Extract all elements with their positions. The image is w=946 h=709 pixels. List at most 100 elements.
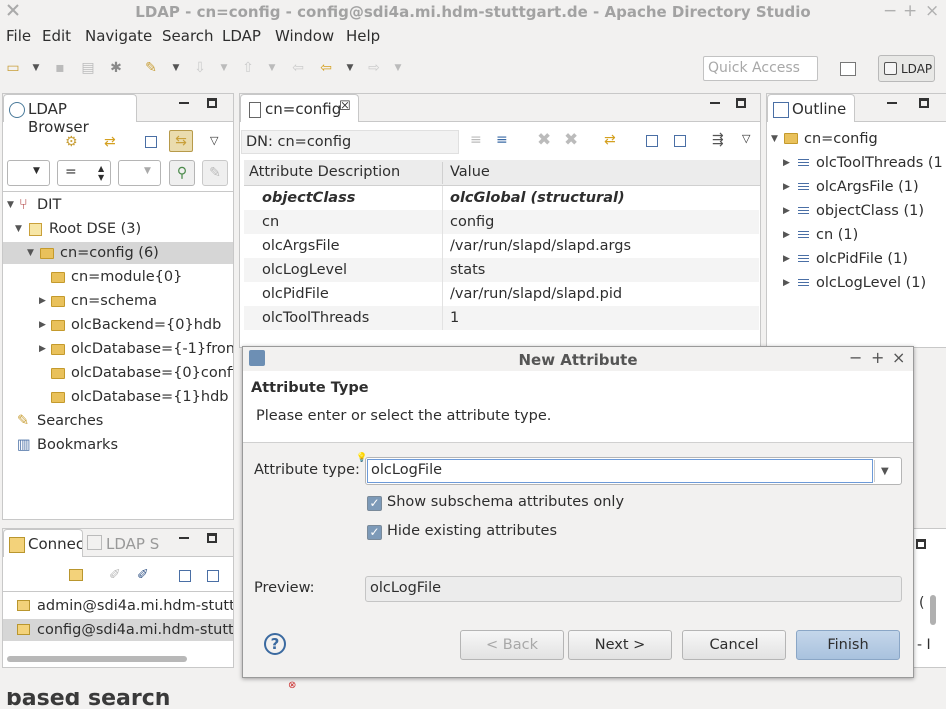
attribute-type-input[interactable]: olcLogFile	[367, 459, 873, 483]
close-connection-icon[interactable]: ✐	[137, 567, 149, 583]
maximize-connections-icon[interactable]	[207, 533, 217, 543]
tree-item[interactable]: cn=module{0}	[3, 266, 233, 288]
forward-icon[interactable]: ⇨	[366, 60, 382, 76]
menu-file[interactable]: File	[6, 27, 31, 45]
delete-all-icon[interactable]: ✖	[564, 130, 578, 150]
dialog-maximize-icon[interactable]: +	[871, 348, 884, 367]
expand-all-icon[interactable]	[179, 570, 191, 582]
tree-item-cn-config[interactable]: ▼ cn=config (6)	[3, 242, 233, 264]
forward-dropdown-icon[interactable]: ▼	[390, 60, 406, 76]
maximize-editor-icon[interactable]	[736, 98, 746, 108]
tab-outline[interactable]: Outline	[767, 94, 855, 122]
connect-icon[interactable]: ✎	[143, 60, 159, 76]
show-decorated-icon[interactable]: ≡	[496, 132, 508, 148]
chevron-right-icon[interactable]: ▶	[39, 290, 46, 312]
table-row[interactable]: olcPidFile/var/run/slapd/slapd.pid	[244, 282, 759, 306]
new-icon[interactable]: ▭	[5, 60, 21, 76]
show-subschema-label[interactable]: Show subschema attributes only	[387, 494, 624, 510]
outline-item[interactable]: ▶ olcLogLevel (1)	[767, 271, 946, 295]
hide-existing-label[interactable]: Hide existing attributes	[387, 523, 557, 539]
view-menu-icon[interactable]: ▽	[742, 132, 750, 145]
tab-ldap-browser[interactable]: LDAP Browser	[3, 94, 137, 136]
help-icon[interactable]: ?	[264, 633, 286, 655]
outline-root[interactable]: ▼ cn=config	[767, 127, 946, 151]
prev-annotation-icon[interactable]: ⇧	[240, 60, 256, 76]
new-dropdown-icon[interactable]: ▼	[28, 60, 44, 76]
quick-access-input[interactable]: Quick Access	[703, 56, 818, 81]
list-item[interactable]: admin@sdi4a.mi.hdm-stuttg	[3, 595, 233, 617]
table-row[interactable]: olcToolThreads 1	[244, 306, 759, 330]
table-row[interactable]: olcArgsFile/var/run/slapd/slapd.args	[244, 234, 759, 258]
open-sort-dialog-icon[interactable]: ⚙	[65, 134, 78, 150]
chevron-down-icon[interactable]: ▼	[881, 466, 889, 477]
chevron-right-icon[interactable]: ▶	[39, 338, 46, 360]
tree-item-root-dse[interactable]: ▼ Root DSE (3)	[3, 218, 233, 240]
chevron-down-icon[interactable]: ▼	[15, 218, 22, 240]
prev-annotation-dropdown-icon[interactable]: ▼	[264, 60, 280, 76]
delete-value-icon[interactable]: ✖	[537, 130, 551, 150]
back-dropdown-icon[interactable]: ▼	[342, 60, 358, 76]
hide-existing-checkbox[interactable]: ✓	[367, 525, 382, 540]
vertical-scrollbar[interactable]	[930, 595, 936, 625]
view-menu-icon[interactable]: ▽	[210, 134, 218, 147]
chevron-right-icon[interactable]: ▶	[783, 271, 790, 295]
close-tab-icon[interactable]: ☒	[339, 99, 351, 114]
chevron-right-icon[interactable]: ▶	[783, 175, 790, 199]
properties-icon[interactable]: ✱	[108, 60, 124, 76]
chevron-right-icon[interactable]: ▶	[783, 151, 790, 175]
next-button[interactable]: Next >	[568, 630, 672, 660]
table-row[interactable]: objectClass olcGlobal (structural)	[244, 186, 759, 210]
attribute-filter-combo[interactable]: ▼	[7, 160, 50, 186]
outline-item[interactable]: ▶ olcArgsFile (1)	[767, 175, 946, 199]
collapse-all-icon[interactable]	[145, 136, 157, 148]
outline-item[interactable]: ▶ cn (1)	[767, 223, 946, 247]
open-perspective-icon[interactable]	[840, 62, 856, 76]
cancel-button[interactable]: Cancel	[682, 630, 786, 660]
menu-help[interactable]: Help	[346, 27, 380, 45]
maximize-icon[interactable]: +	[903, 1, 917, 21]
finish-button[interactable]: Finish	[796, 630, 900, 660]
value-filter-combo[interactable]: ▼	[118, 160, 161, 186]
collapse-all-icon[interactable]	[674, 135, 686, 147]
next-annotation-icon[interactable]: ⇩	[192, 60, 208, 76]
horizontal-scrollbar[interactable]	[7, 656, 187, 662]
chevron-down-icon[interactable]: ▼	[771, 127, 778, 151]
tree-item[interactable]: ▶ olcBackend={0}hdb	[3, 314, 233, 336]
chevron-right-icon[interactable]: ▶	[783, 223, 790, 247]
dialog-close-icon[interactable]: ×	[892, 348, 905, 367]
close-icon[interactable]: ×	[925, 1, 939, 21]
list-item[interactable]: config@sdi4a.mi.hdm-stutt	[3, 619, 233, 641]
back-button[interactable]: < Back	[460, 630, 564, 660]
tree-item[interactable]: olcDatabase={1}hdb	[3, 386, 233, 408]
expand-all-icon[interactable]	[646, 135, 658, 147]
outline-item[interactable]: ▶ objectClass (1)	[767, 199, 946, 223]
chevron-right-icon[interactable]: ▶	[39, 314, 46, 336]
wrap-icon[interactable]: ≡	[470, 132, 482, 148]
link-with-editor-icon[interactable]: ⇆	[169, 130, 193, 152]
chevron-down-icon[interactable]: ▼	[27, 242, 34, 264]
menu-navigate[interactable]: Navigate	[85, 27, 152, 45]
menu-edit[interactable]: Edit	[42, 27, 71, 45]
save-icon[interactable]: ▪	[52, 60, 68, 76]
maximize-browser-icon[interactable]	[207, 98, 217, 108]
tree-item-searches[interactable]: ✎ Searches	[3, 410, 233, 432]
table-row[interactable]: cn config	[244, 210, 759, 234]
sort-icon[interactable]: ⇶	[712, 132, 724, 148]
refresh-icon[interactable]: ⇄	[604, 132, 616, 148]
minimize-connections-icon[interactable]	[179, 537, 189, 539]
minimize-icon[interactable]: −	[883, 1, 897, 21]
last-edit-icon[interactable]: ⇦	[290, 60, 306, 76]
tree-item-dit[interactable]: ▼ ⑂ DIT	[3, 194, 233, 216]
attribute-type-combo[interactable]: olcLogFile ▼	[365, 457, 902, 485]
back-icon[interactable]: ⇦	[318, 60, 334, 76]
connect-dropdown-icon[interactable]: ▼	[168, 60, 184, 76]
menu-window[interactable]: Window	[275, 27, 334, 45]
tree-item[interactable]: olcDatabase={0}config	[3, 362, 233, 384]
minimize-browser-icon[interactable]	[179, 102, 189, 104]
tree-item-bookmarks[interactable]: ▥ Bookmarks	[3, 434, 233, 456]
clear-filter-icon[interactable]: ✎	[202, 160, 228, 186]
open-connection-icon[interactable]: ✐	[109, 567, 121, 583]
tree-item[interactable]: ▶ olcDatabase={-1}fronte	[3, 338, 233, 360]
collapse-all-icon[interactable]	[207, 570, 219, 582]
menu-search[interactable]: Search	[162, 27, 214, 45]
